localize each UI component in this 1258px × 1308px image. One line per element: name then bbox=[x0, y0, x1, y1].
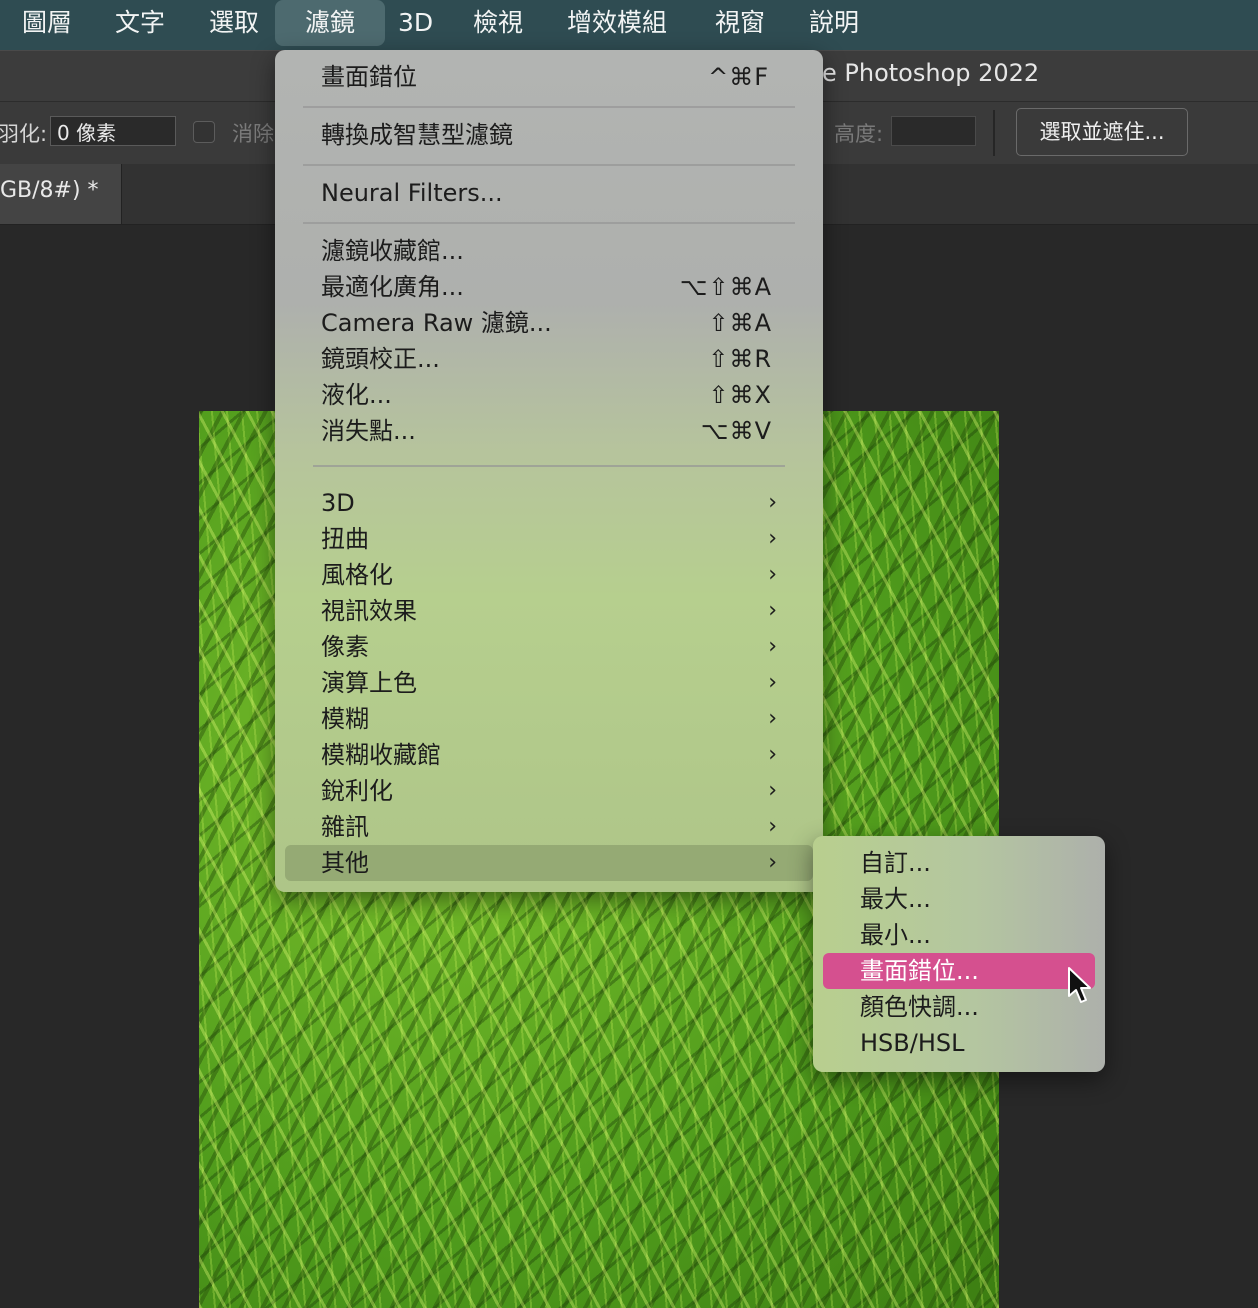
menu-layer[interactable]: 圖層 bbox=[22, 0, 72, 46]
menu-item-shortcut: ⇧⌘A bbox=[708, 309, 772, 337]
submenu-item-blur-gallery[interactable]: 模糊收藏館 › bbox=[285, 737, 813, 773]
menu-item-label: 消失點... bbox=[321, 417, 416, 445]
menu-plugins[interactable]: 增效模組 bbox=[567, 0, 667, 46]
menu-separator bbox=[303, 106, 795, 108]
menu-item-shortcut: ^⌘F bbox=[708, 63, 769, 91]
antialias-checkbox[interactable] bbox=[193, 121, 215, 143]
menu-item-label: 銳利化 bbox=[321, 777, 393, 805]
submenu-item-other[interactable]: 其他 › bbox=[285, 845, 813, 881]
menu-item-lens-correction[interactable]: 鏡頭校正... ⇧⌘R bbox=[285, 341, 813, 377]
submenu-item-custom[interactable]: 自訂... bbox=[823, 845, 1095, 881]
antialias-label: 消除 bbox=[232, 122, 274, 146]
menu-item-label: 鏡頭校正... bbox=[321, 345, 440, 373]
document-tab-label: GB/8#) * bbox=[0, 178, 99, 203]
menu-bar: 圖層 文字 選取 濾鏡 3D 檢視 增效模組 視窗 說明 bbox=[0, 0, 1258, 50]
chevron-right-icon: › bbox=[768, 850, 777, 875]
menu-item-shortcut: ⇧⌘X bbox=[708, 381, 772, 409]
window-title: e Photoshop 2022 bbox=[822, 59, 1040, 87]
options-divider bbox=[993, 110, 995, 156]
menu-item-shortcut: ⇧⌘R bbox=[708, 345, 772, 373]
menu-item-label: 3D bbox=[321, 489, 355, 517]
menu-item-shortcut: ⌥⇧⌘A bbox=[679, 273, 772, 301]
submenu-item-noise[interactable]: 雜訊 › bbox=[285, 809, 813, 845]
menu-separator bbox=[303, 164, 795, 166]
menu-type[interactable]: 文字 bbox=[115, 0, 165, 46]
submenu-item-maximum[interactable]: 最大... bbox=[823, 881, 1095, 917]
menu-view[interactable]: 檢視 bbox=[473, 0, 523, 46]
chevron-right-icon: › bbox=[768, 562, 777, 587]
menu-item-label: 模糊收藏館 bbox=[321, 741, 441, 769]
menu-item-label: 顏色快調... bbox=[860, 993, 979, 1021]
menu-item-label: 其他 bbox=[321, 849, 369, 877]
menu-item-label: 雜訊 bbox=[321, 813, 369, 841]
select-and-mask-button[interactable]: 選取並遮住... bbox=[1016, 108, 1188, 156]
chevron-right-icon: › bbox=[768, 742, 777, 767]
submenu-item-sharpen[interactable]: 銳利化 › bbox=[285, 773, 813, 809]
menu-item-label: 液化... bbox=[321, 381, 392, 409]
submenu-item-render[interactable]: 演算上色 › bbox=[285, 665, 813, 701]
menu-separator bbox=[303, 222, 795, 224]
menu-item-label: Camera Raw 濾鏡... bbox=[321, 309, 552, 337]
menu-item-adaptive-wide-angle[interactable]: 最適化廣角... ⌥⇧⌘A bbox=[285, 269, 813, 305]
chevron-right-icon: › bbox=[768, 526, 777, 551]
submenu-item-blur[interactable]: 模糊 › bbox=[285, 701, 813, 737]
other-submenu: 自訂... 最大... 最小... 畫面錯位... 顏色快調... HSB/HS… bbox=[813, 836, 1105, 1072]
menu-separator bbox=[313, 465, 785, 467]
mouse-cursor-icon bbox=[1068, 967, 1091, 1003]
submenu-item-3d[interactable]: 3D › bbox=[285, 485, 813, 521]
feather-label: 羽化: bbox=[0, 122, 48, 146]
menu-item-shortcut: ⌥⌘V bbox=[700, 417, 772, 445]
submenu-item-video[interactable]: 視訊效果 › bbox=[285, 593, 813, 629]
chevron-right-icon: › bbox=[768, 778, 777, 803]
submenu-item-pixelate[interactable]: 像素 › bbox=[285, 629, 813, 665]
menu-item-label: 最大... bbox=[860, 885, 931, 913]
menu-item-label: 畫面錯位... bbox=[860, 957, 979, 985]
submenu-item-minimum[interactable]: 最小... bbox=[823, 917, 1095, 953]
submenu-item-hsb-hsl[interactable]: HSB/HSL bbox=[823, 1025, 1095, 1061]
chevron-right-icon: › bbox=[768, 634, 777, 659]
menu-item-label: Neural Filters... bbox=[321, 179, 503, 207]
chevron-right-icon: › bbox=[768, 814, 777, 839]
menu-item-label: HSB/HSL bbox=[860, 1029, 965, 1057]
menu-item-last-filter[interactable]: 畫面錯位 ^⌘F bbox=[285, 59, 813, 95]
menu-item-camera-raw[interactable]: Camera Raw 濾鏡... ⇧⌘A bbox=[285, 305, 813, 341]
menu-item-label: 模糊 bbox=[321, 705, 369, 733]
menu-item-label: 自訂... bbox=[860, 849, 931, 877]
menu-item-filter-gallery[interactable]: 濾鏡收藏館... bbox=[285, 233, 813, 269]
submenu-item-distort[interactable]: 扭曲 › bbox=[285, 521, 813, 557]
menu-select[interactable]: 選取 bbox=[209, 0, 259, 46]
submenu-item-offset[interactable]: 畫面錯位... bbox=[823, 953, 1095, 989]
menu-item-convert-smart-filter[interactable]: 轉換成智慧型濾鏡 bbox=[285, 117, 813, 153]
menu-item-liquify[interactable]: 液化... ⇧⌘X bbox=[285, 377, 813, 413]
menu-filter[interactable]: 濾鏡 bbox=[275, 0, 385, 46]
height-label: 高度: bbox=[834, 122, 884, 146]
feather-input[interactable] bbox=[50, 116, 176, 146]
height-input[interactable] bbox=[891, 116, 976, 146]
document-tab[interactable]: GB/8#) * bbox=[0, 164, 122, 224]
chevron-right-icon: › bbox=[768, 670, 777, 695]
chevron-right-icon: › bbox=[768, 490, 777, 515]
menu-item-label: 濾鏡收藏館... bbox=[321, 237, 464, 265]
menu-item-label: 最小... bbox=[860, 921, 931, 949]
submenu-item-stylize[interactable]: 風格化 › bbox=[285, 557, 813, 593]
chevron-right-icon: › bbox=[768, 598, 777, 623]
menu-item-label: 視訊效果 bbox=[321, 597, 417, 625]
chevron-right-icon: › bbox=[768, 706, 777, 731]
submenu-item-high-pass[interactable]: 顏色快調... bbox=[823, 989, 1095, 1025]
menu-item-neural-filters[interactable]: Neural Filters... bbox=[285, 175, 813, 211]
menu-item-label: 扭曲 bbox=[321, 525, 369, 553]
menu-item-label: 轉換成智慧型濾鏡 bbox=[321, 121, 513, 149]
menu-item-vanishing-point[interactable]: 消失點... ⌥⌘V bbox=[285, 413, 813, 449]
menu-item-label: 演算上色 bbox=[321, 669, 417, 697]
menu-item-label: 風格化 bbox=[321, 561, 393, 589]
menu-3d[interactable]: 3D bbox=[398, 0, 433, 46]
menu-item-label: 像素 bbox=[321, 633, 369, 661]
menu-item-label: 最適化廣角... bbox=[321, 273, 464, 301]
filter-menu-dropdown: 畫面錯位 ^⌘F 轉換成智慧型濾鏡 Neural Filters... 濾鏡收藏… bbox=[275, 50, 823, 892]
menu-item-label: 畫面錯位 bbox=[321, 63, 417, 91]
menu-window[interactable]: 視窗 bbox=[715, 0, 765, 46]
menu-help[interactable]: 說明 bbox=[809, 0, 859, 46]
